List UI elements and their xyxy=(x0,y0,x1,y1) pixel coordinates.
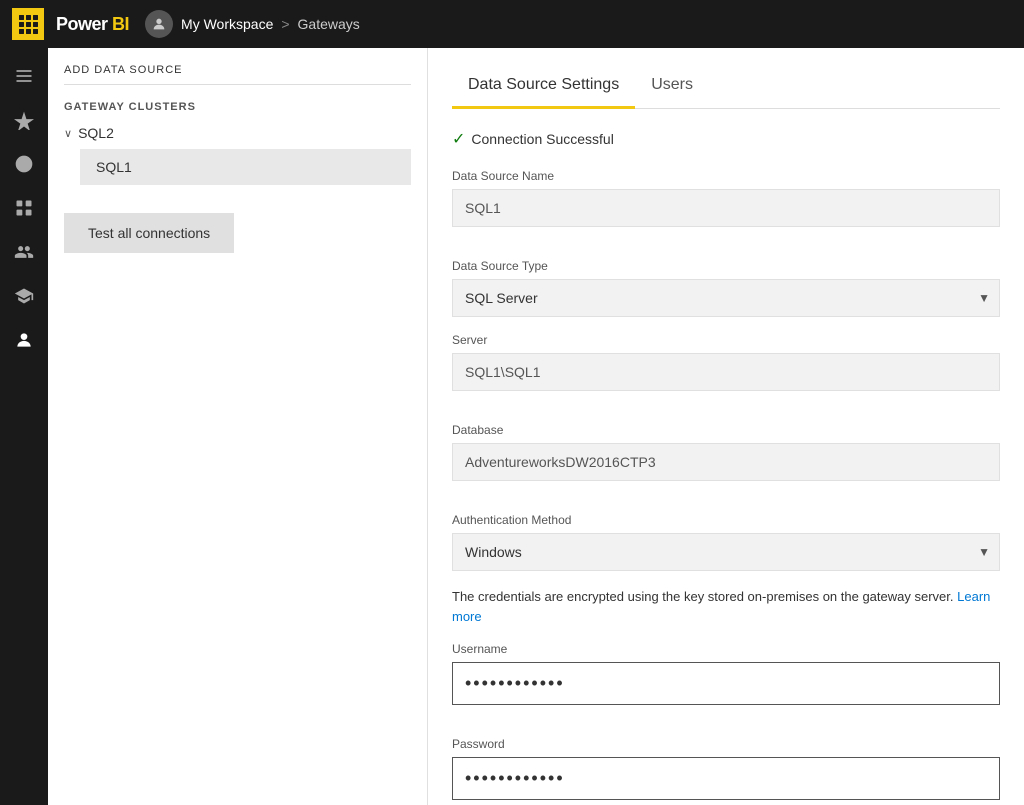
gateway-clusters-label: GATEWAY CLUSTERS xyxy=(64,101,411,113)
tabs: Data Source Settings Users xyxy=(452,48,1000,109)
breadcrumb-separator: > xyxy=(281,16,289,32)
database-group: Database xyxy=(452,423,1000,497)
apps-icon[interactable] xyxy=(4,188,44,228)
grid-icon[interactable] xyxy=(12,8,44,40)
datasource-type-label: Data Source Type xyxy=(452,259,1000,273)
gateway-name: SQL2 xyxy=(78,125,114,141)
database-label: Database xyxy=(452,423,1000,437)
add-data-source-link[interactable]: ADD DATA SOURCE xyxy=(64,64,411,85)
datasource-item[interactable]: SQL1 xyxy=(80,149,411,185)
password-input[interactable] xyxy=(452,757,1000,800)
profile-icon[interactable] xyxy=(4,320,44,360)
password-label: Password xyxy=(452,737,1000,751)
right-panel: Data Source Settings Users ✓ Connection … xyxy=(428,48,1024,805)
sidebar-icons xyxy=(0,48,48,805)
check-icon: ✓ xyxy=(452,129,465,149)
left-panel: ADD DATA SOURCE GATEWAY CLUSTERS ∨ SQL2 … xyxy=(48,48,428,805)
favorites-icon[interactable] xyxy=(4,100,44,140)
gateway-cluster-item[interactable]: ∨ SQL2 xyxy=(64,125,411,141)
datasource-type-select[interactable]: SQL Server xyxy=(452,279,1000,317)
tab-users[interactable]: Users xyxy=(635,64,709,109)
datasource-name-label: Data Source Name xyxy=(452,169,1000,183)
tab-data-source-settings[interactable]: Data Source Settings xyxy=(452,64,635,109)
recents-icon[interactable] xyxy=(4,144,44,184)
username-group: Username xyxy=(452,642,1000,721)
learn-icon[interactable] xyxy=(4,276,44,316)
username-label: Username xyxy=(452,642,1000,656)
auth-method-select-wrapper: Windows ▼ xyxy=(452,533,1000,571)
connection-status: ✓ Connection Successful xyxy=(452,129,1000,149)
test-connections-button[interactable]: Test all connections xyxy=(64,213,234,253)
current-page-label: Gateways xyxy=(298,16,360,32)
username-input[interactable] xyxy=(452,662,1000,705)
user-avatar xyxy=(145,10,173,38)
password-group: Password xyxy=(452,737,1000,805)
app-logo: Power BI xyxy=(56,14,129,35)
datasource-type-select-wrapper: SQL Server ▼ xyxy=(452,279,1000,317)
hamburger-menu-icon[interactable] xyxy=(4,56,44,96)
database-input[interactable] xyxy=(452,443,1000,481)
server-group: Server xyxy=(452,333,1000,407)
shared-icon[interactable] xyxy=(4,232,44,272)
datasource-name-group: Data Source Name xyxy=(452,169,1000,243)
server-input[interactable] xyxy=(452,353,1000,391)
datasource-type-group: Data Source Type SQL Server ▼ xyxy=(452,259,1000,317)
server-label: Server xyxy=(452,333,1000,347)
connection-status-text: Connection Successful xyxy=(471,131,613,147)
auth-method-label: Authentication Method xyxy=(452,513,1000,527)
breadcrumb: My Workspace > Gateways xyxy=(145,10,360,38)
datasource-name-input[interactable] xyxy=(452,189,1000,227)
topbar: Power BI My Workspace > Gateways xyxy=(0,0,1024,48)
auth-method-select[interactable]: Windows xyxy=(452,533,1000,571)
chevron-down-icon: ∨ xyxy=(64,127,72,140)
workspace-name[interactable]: My Workspace xyxy=(181,16,273,32)
auth-method-group: Authentication Method Windows ▼ xyxy=(452,513,1000,571)
main-layout: ADD DATA SOURCE GATEWAY CLUSTERS ∨ SQL2 … xyxy=(0,48,1024,805)
credential-note: The credentials are encrypted using the … xyxy=(452,587,1000,626)
